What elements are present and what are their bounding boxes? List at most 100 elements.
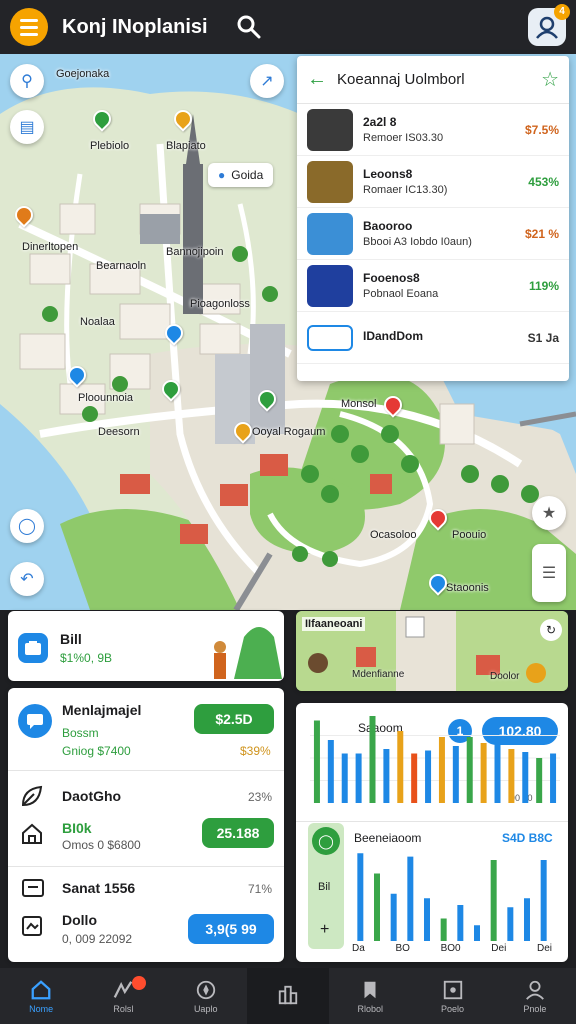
nav-item-bookmark[interactable]: Rlobol <box>329 968 411 1024</box>
chart-bar <box>357 853 364 941</box>
place-percentage: $7.5% <box>524 122 559 137</box>
place-subtitle: Romaer IC13.30) <box>363 184 448 196</box>
map-label: Dinerltopen <box>22 241 79 253</box>
hamburger-menu-button[interactable] <box>10 8 48 46</box>
place-name: 2a2l 8 <box>363 115 397 129</box>
map-label: Pioagonloss <box>190 298 250 310</box>
chart-bar <box>397 731 404 803</box>
map-label: Bearnaoln <box>96 260 147 272</box>
nav-item-home[interactable]: Nome <box>0 968 82 1024</box>
nav-item-photo[interactable]: Poelo <box>411 968 493 1024</box>
favorite-button[interactable]: ★ <box>532 496 566 530</box>
chart-bar <box>313 720 320 803</box>
card-icon <box>22 878 44 903</box>
chart-bar <box>507 907 514 941</box>
place-row[interactable]: IDandDom S1 Ja <box>297 312 569 364</box>
neighborhood-photo-card[interactable]: IIfaaneoani Mdenfianne Doolor ↻ <box>296 611 568 691</box>
compass-button[interactable]: ◯ <box>10 509 44 543</box>
bill-card[interactable]: Bill $1%0, 9B <box>8 611 284 681</box>
menu-line-icon <box>20 32 38 36</box>
list-row-title: Sanat 1556 <box>62 880 136 896</box>
chart-bar <box>474 925 480 941</box>
map-label: Staoonis <box>446 582 489 594</box>
directions-button[interactable]: ↗ <box>250 64 284 98</box>
chart-toggle-icon[interactable]: ◯ <box>312 827 340 855</box>
guide-chip-label: Goida <box>231 168 264 182</box>
amount-button[interactable]: $2.5D <box>194 704 274 734</box>
nav-label: Uaplo <box>193 1003 218 1014</box>
photo-card-label: Doolor <box>490 671 520 682</box>
chart-bar <box>440 918 447 941</box>
chart-bar <box>411 753 418 803</box>
map-label: Monsol <box>341 398 377 410</box>
list-row-pct: 71% <box>248 882 273 896</box>
chart-tick-label: Dei <box>491 943 507 954</box>
compass-icon: ◯ <box>18 518 36 535</box>
notification-badge: 4 <box>554 4 570 20</box>
nav-item-city[interactable] <box>246 968 330 1024</box>
photo-icon <box>443 980 462 999</box>
walking-icon: ⚲ <box>21 73 33 90</box>
list-row-title: BI0k <box>62 820 92 836</box>
photo-card-title: IIfaaneoani <box>302 617 366 631</box>
place-text: IDandDom <box>363 329 528 346</box>
chart-bar <box>508 749 515 803</box>
chart-bar <box>466 737 473 803</box>
search-button[interactable] <box>234 12 264 42</box>
place-percentage: S1 Ja <box>527 330 559 345</box>
profile-button[interactable]: 4 <box>528 4 570 46</box>
house-icon <box>20 822 44 851</box>
menu-line-icon <box>20 25 38 29</box>
layers-button[interactable]: ▤ <box>10 110 44 144</box>
amount-button[interactable]: 3,9(5 99 <box>188 914 274 944</box>
home-icon <box>31 979 51 999</box>
bill-title: Bill <box>60 631 82 647</box>
guide-chip[interactable]: ● Goida <box>208 163 274 187</box>
nav-item-compass[interactable]: Uaplo <box>165 968 247 1024</box>
document-icon <box>20 914 44 943</box>
place-row[interactable]: Baooroo Bbooi A3 Iobdo I0aun) $21 % <box>297 208 569 260</box>
chart-bar <box>369 716 376 803</box>
chart-bar <box>550 753 557 803</box>
list-row-sub: Bossm <box>62 726 99 740</box>
map-label: Bannojipoin <box>166 246 224 258</box>
bottom-bar-chart <box>357 853 547 941</box>
place-text: Baooroo Bbooi A3 Iobdo I0aun) <box>363 219 525 248</box>
map-label: Ocasoloo <box>370 529 417 541</box>
list-row-pct: $39% <box>240 744 271 758</box>
wallet-icon <box>18 633 48 663</box>
chart-bar <box>452 746 459 803</box>
walk-mode-button[interactable]: ⚲ <box>10 64 44 98</box>
chart-bar <box>374 873 380 941</box>
back-arrow-icon[interactable]: ← <box>307 68 331 91</box>
list-row-title: DaotGho <box>62 788 122 804</box>
nav-item-route[interactable]: Rolsl <box>82 968 164 1024</box>
chart-section-title: Beeneiaoom <box>354 831 422 845</box>
guide-dot-icon: ● <box>218 168 226 182</box>
photo-expand-icon[interactable]: ↻ <box>540 619 562 641</box>
nav-label: Nome <box>29 1003 54 1014</box>
rotate-button[interactable]: ↶ <box>10 562 44 596</box>
amount-button[interactable]: 25.188 <box>202 818 274 848</box>
list-row-sub: Omos 0 $6800 <box>62 838 141 852</box>
list-row-sub: 0, 009 22092 <box>62 932 133 946</box>
chart-add-button[interactable]: + <box>320 921 329 939</box>
compass-icon <box>196 980 215 999</box>
stats-chart-card: Saaoom 1 102.80 00 00 ◯ Bil + Beeneiaoom… <box>296 703 568 962</box>
directions-icon: ↗ <box>260 73 274 90</box>
places-panel-header: ← Koeannaj Uolmborl ☆ <box>297 56 569 104</box>
place-subtitle: Remoer IS03.30 <box>363 132 444 144</box>
nav-item-profile[interactable]: Pnole <box>494 968 576 1024</box>
map-label: Poouio <box>452 529 487 541</box>
map-controls-button[interactable]: ☰ <box>532 544 566 602</box>
map-label: Ploounnoia <box>78 392 134 404</box>
place-row[interactable]: Leoons8 Romaer IC13.30) 453% <box>297 156 569 208</box>
sliders-icon: ☰ <box>541 565 557 582</box>
profile-icon <box>525 980 544 1000</box>
chart-bar <box>425 750 432 803</box>
star-outline-icon[interactable]: ☆ <box>541 67 559 92</box>
place-percentage: 453% <box>528 174 559 189</box>
place-row[interactable]: 2a2l 8 Remoer IS03.30 $7.5% <box>297 104 569 156</box>
place-row[interactable]: Fooenos8 Pobnaol Eoana 119% <box>297 260 569 312</box>
place-thumbnail <box>307 264 353 307</box>
